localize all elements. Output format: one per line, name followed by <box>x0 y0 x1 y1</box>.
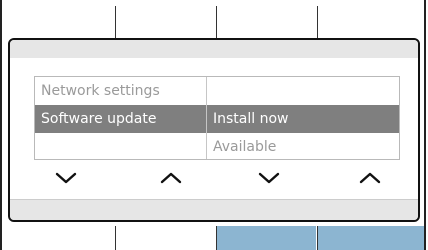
softkey-divider <box>115 6 116 38</box>
screen-header <box>10 40 418 58</box>
chevron-down-icon <box>55 172 77 184</box>
nav-up-button[interactable] <box>156 166 186 190</box>
softkey-4-active[interactable] <box>318 226 424 250</box>
softkey-divider <box>115 226 116 250</box>
chevron-up-icon <box>359 172 381 184</box>
chevron-down-icon <box>258 172 280 184</box>
menu-item-software-update[interactable]: Software update <box>35 105 157 133</box>
display-screen: Network settings Software update Install… <box>8 38 420 222</box>
menu-value-available: Available <box>213 139 277 155</box>
screen-footer <box>10 199 418 220</box>
menu-item-network-settings[interactable]: Network settings <box>35 77 160 105</box>
softkey-3-active[interactable] <box>217 226 316 250</box>
device-frame: Network settings Software update Install… <box>0 0 426 250</box>
menu-value-install-now[interactable]: Install now <box>213 105 288 133</box>
settings-menu: Network settings Software update Install… <box>34 76 400 160</box>
softkey-divider <box>216 6 217 38</box>
value-up-button[interactable] <box>355 166 385 190</box>
nav-down-button[interactable] <box>51 166 81 190</box>
chevron-up-icon <box>160 172 182 184</box>
navigation-arrows <box>10 166 422 190</box>
softkey-divider <box>216 226 217 250</box>
softkey-divider <box>317 6 318 38</box>
bottom-softkey-row <box>2 222 428 250</box>
top-softkey-row <box>2 0 428 38</box>
value-down-button[interactable] <box>254 166 284 190</box>
